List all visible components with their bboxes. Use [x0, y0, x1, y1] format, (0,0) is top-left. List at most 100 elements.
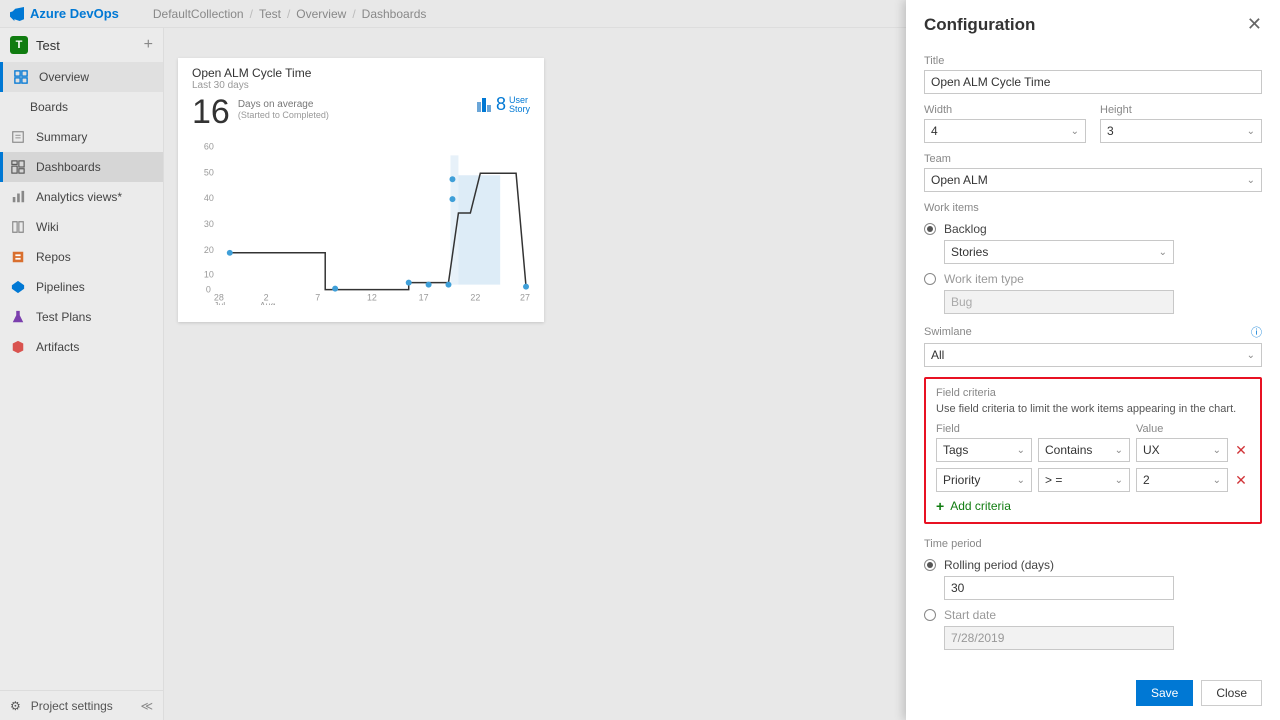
gear-icon: ⚙	[10, 699, 21, 713]
label-height: Height	[1100, 104, 1262, 116]
label-title: Title	[924, 55, 1262, 67]
swimlane-select[interactable]: All⌄	[924, 343, 1262, 367]
sidebar-item-dashboards[interactable]: Dashboards	[0, 152, 163, 182]
user-story-icon	[477, 98, 493, 112]
startdate-input: 7/28/2019	[944, 626, 1174, 650]
col-field-label: Field	[936, 423, 1032, 435]
add-criteria-label: Add criteria	[950, 499, 1011, 513]
sidebar-item-artifacts[interactable]: Artifacts	[0, 332, 163, 362]
criteria-op-select[interactable]: Contains⌄	[1038, 438, 1130, 462]
crumb-2[interactable]: Overview	[296, 7, 346, 21]
artifacts-icon	[10, 339, 26, 355]
delete-criteria-icon[interactable]: ✕	[1234, 442, 1248, 459]
label-width: Width	[924, 104, 1086, 116]
save-button[interactable]: Save	[1136, 680, 1193, 706]
crumb-3[interactable]: Dashboards	[362, 7, 427, 21]
wiki-icon	[10, 219, 26, 235]
svg-text:10: 10	[204, 270, 214, 280]
summary-icon	[10, 129, 26, 145]
repos-icon	[10, 249, 26, 265]
col-value-label: Value	[1136, 423, 1250, 435]
radio-backlog[interactable]: Backlog	[924, 222, 1262, 236]
brand[interactable]: Azure DevOps	[10, 6, 119, 21]
criteria-field-select[interactable]: Priority⌄	[936, 468, 1032, 492]
sidebar-item-testplans[interactable]: Test Plans	[0, 302, 163, 332]
svg-text:Jul: Jul	[214, 300, 225, 305]
info-icon[interactable]: ⓘ	[1251, 324, 1262, 340]
sidebar-item-summary[interactable]: Summary	[0, 122, 163, 152]
cycle-time-widget[interactable]: Open ALM Cycle Time Last 30 days 16 Days…	[178, 58, 544, 322]
radio-workitemtype[interactable]: Work item type	[924, 272, 1262, 286]
radio-on-icon	[924, 559, 936, 571]
team-select[interactable]: Open ALM⌄	[924, 168, 1262, 192]
panel-title: Configuration	[924, 15, 1247, 35]
criteria-op-select[interactable]: > =⌄	[1038, 468, 1130, 492]
chevron-down-icon: ⌄	[1247, 175, 1255, 186]
delete-criteria-icon[interactable]: ✕	[1234, 472, 1248, 489]
sidebar-item-label: Wiki	[36, 220, 59, 234]
criteria-field-select[interactable]: Tags⌄	[936, 438, 1032, 462]
collapse-sidebar-icon[interactable]: ≪	[140, 699, 153, 713]
dashboard-icon	[10, 159, 26, 175]
svg-text:22: 22	[470, 293, 480, 303]
radio-label: Start date	[944, 608, 996, 622]
brand-label: Azure DevOps	[30, 6, 119, 21]
svg-text:0: 0	[206, 285, 211, 295]
chevron-down-icon: ⌄	[1115, 445, 1123, 456]
criteria-row-0: Tags⌄ Contains⌄ UX⌄ ✕	[936, 438, 1250, 462]
svg-text:17: 17	[419, 293, 429, 303]
sidebar-item-boards[interactable]: Boards	[0, 92, 163, 122]
sidebar-item-label: Pipelines	[36, 280, 85, 294]
analytics-icon	[10, 189, 26, 205]
sidebar-item-label: Artifacts	[36, 340, 79, 354]
configuration-panel: Configuration ✕ Title Open ALM Cycle Tim…	[906, 0, 1280, 720]
add-project-icon[interactable]: +	[144, 36, 153, 54]
height-select[interactable]: 3⌄	[1100, 119, 1262, 143]
chevron-down-icon: ⌄	[1247, 126, 1255, 137]
radio-rolling[interactable]: Rolling period (days)	[924, 558, 1262, 572]
backlog-select[interactable]: Stories⌄	[944, 240, 1174, 264]
sidebar-item-pipelines[interactable]: Pipelines	[0, 272, 163, 302]
badge-label-2: Story	[509, 105, 530, 114]
project-header[interactable]: T Test +	[0, 28, 163, 62]
crumb-1[interactable]: Test	[259, 7, 281, 21]
svg-text:12: 12	[367, 293, 377, 303]
label-team: Team	[924, 153, 1262, 165]
testplans-icon	[10, 309, 26, 325]
cycle-time-chart: 605040 3020100 28Jul 2Aug 712172227	[192, 135, 530, 305]
chevron-down-icon: ⌄	[1247, 350, 1255, 361]
radio-startdate[interactable]: Start date	[924, 608, 1262, 622]
widget-caption-1: Days on average	[238, 99, 329, 110]
svg-text:Aug: Aug	[260, 300, 276, 305]
chevron-down-icon: ⌄	[1071, 126, 1079, 137]
criteria-value-select[interactable]: UX⌄	[1136, 438, 1228, 462]
chevron-down-icon: ⌄	[1017, 475, 1025, 486]
width-select[interactable]: 4⌄	[924, 119, 1086, 143]
widget-big-number: 16	[192, 95, 230, 129]
sidebar-item-label: Overview	[39, 70, 89, 84]
sidebar-item-wiki[interactable]: Wiki	[0, 212, 163, 242]
title-input[interactable]: Open ALM Cycle Time	[924, 70, 1262, 94]
add-criteria-button[interactable]: + Add criteria	[936, 498, 1250, 514]
widget-badge[interactable]: 8 UserStory	[477, 94, 530, 115]
sidebar-item-overview[interactable]: Overview	[0, 62, 163, 92]
radio-label: Backlog	[944, 222, 987, 236]
project-settings[interactable]: ⚙ Project settings ≪	[0, 690, 163, 720]
breadcrumb: DefaultCollection/ Test/ Overview/ Dashb…	[153, 7, 427, 21]
widget-title: Open ALM Cycle Time	[192, 66, 530, 80]
criteria-row-1: Priority⌄ > =⌄ 2⌄ ✕	[936, 468, 1250, 492]
rolling-days-input[interactable]: 30	[944, 576, 1174, 600]
close-icon[interactable]: ✕	[1247, 14, 1262, 35]
project-name: Test	[36, 38, 136, 53]
svg-text:27: 27	[520, 293, 530, 303]
sidebar-item-repos[interactable]: Repos	[0, 242, 163, 272]
crumb-0[interactable]: DefaultCollection	[153, 7, 244, 21]
chevron-down-icon: ⌄	[1159, 247, 1167, 258]
criteria-value-select[interactable]: 2⌄	[1136, 468, 1228, 492]
sidebar-item-label: Summary	[36, 130, 87, 144]
settings-label: Project settings	[31, 699, 113, 713]
sidebar-item-analytics[interactable]: Analytics views*	[0, 182, 163, 212]
radio-label: Work item type	[944, 272, 1024, 286]
chevron-down-icon: ⌄	[1017, 445, 1025, 456]
close-button[interactable]: Close	[1201, 680, 1262, 706]
